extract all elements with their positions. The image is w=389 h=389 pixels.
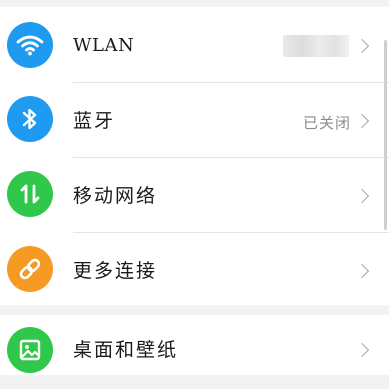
wlan-network-name-redacted (283, 35, 349, 57)
settings-item-label: WLAN (73, 35, 135, 56)
settings-item-bluetooth[interactable]: 蓝牙 已关闭 (0, 83, 389, 157)
chevron-right-icon (354, 342, 370, 358)
settings-item-mobile-network[interactable]: 移动网络 (0, 158, 389, 232)
chevron-right-icon (354, 263, 370, 279)
wallpaper-icon (7, 327, 53, 373)
mobile-data-icon (7, 171, 53, 217)
settings-item-wlan[interactable]: WLAN (0, 9, 389, 83)
chevron-right-icon (354, 188, 370, 204)
link-icon (7, 246, 53, 292)
scrollbar[interactable] (384, 40, 387, 230)
settings-item-label: 更多连接 (73, 260, 158, 282)
bluetooth-status-value: 已关闭 (302, 114, 351, 132)
settings-item-more-connections[interactable]: 更多连接 (0, 233, 389, 307)
settings-item-label: 桌面和壁纸 (73, 339, 179, 361)
display-group: 桌面和壁纸 (0, 315, 389, 375)
chevron-right-icon (354, 38, 370, 54)
settings-item-label: 移动网络 (73, 185, 158, 207)
settings-item-desktop-wallpaper[interactable]: 桌面和壁纸 (0, 315, 389, 389)
settings-item-label: 蓝牙 (73, 110, 116, 132)
bluetooth-icon (7, 96, 53, 142)
chevron-right-icon (354, 113, 370, 129)
connections-group: WLAN 蓝牙 已关闭 移动网络 更多连接 (0, 7, 389, 305)
wifi-icon (7, 22, 53, 68)
